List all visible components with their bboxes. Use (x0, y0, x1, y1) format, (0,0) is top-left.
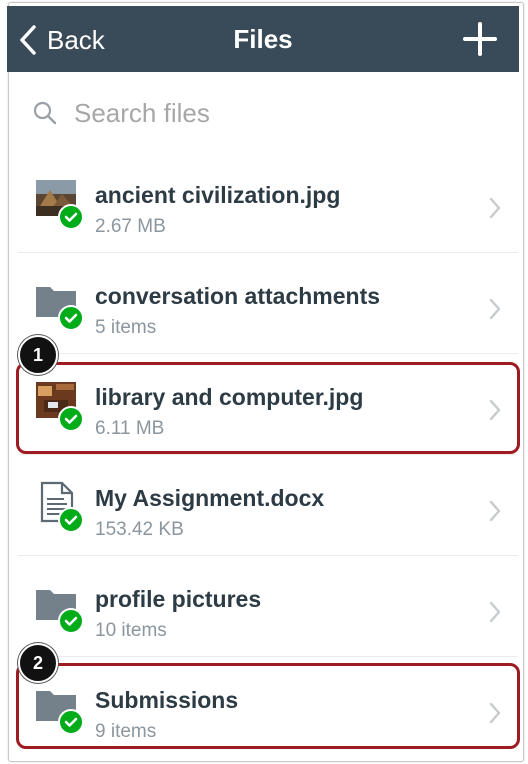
add-button[interactable] (463, 22, 497, 56)
file-row[interactable]: My Assignment.docx 153.42 KB (18, 455, 518, 556)
folder-row[interactable]: conversation attachments 5 items (18, 253, 518, 354)
step-badge-1: 1 (18, 335, 58, 375)
folder-row[interactable]: profile pictures 10 items (18, 556, 518, 657)
step-badge-2: 2 (18, 643, 58, 683)
chevron-right-icon (489, 500, 501, 522)
file-meta: 153.42 KB (95, 519, 184, 540)
folder-row[interactable]: Submissions 9 items (18, 657, 518, 757)
folder-name: Submissions (95, 687, 239, 713)
synced-check-icon (58, 204, 84, 230)
page-title: Files (233, 24, 293, 54)
synced-check-icon (58, 709, 84, 735)
search-icon (33, 101, 57, 125)
chevron-right-icon (489, 601, 501, 623)
file-meta: 6.11 MB (95, 418, 165, 439)
synced-check-icon (58, 305, 84, 331)
folder-meta: 5 items (95, 317, 157, 338)
file-name: My Assignment.docx (95, 485, 325, 511)
synced-check-icon (58, 507, 84, 533)
file-meta: 2.67 MB (95, 216, 166, 237)
chevron-right-icon (489, 298, 501, 320)
file-row[interactable]: library and computer.jpg 6.11 MB (18, 354, 518, 455)
chevron-right-icon (489, 702, 501, 724)
search-bar[interactable] (32, 96, 492, 130)
folder-name: conversation attachments (95, 283, 381, 309)
chevron-right-icon (489, 399, 501, 421)
search-input[interactable] (72, 96, 456, 130)
folder-name: profile pictures (95, 586, 262, 612)
file-row[interactable]: ancient civilization.jpg 2.67 MB (18, 152, 518, 253)
folder-meta: 10 items (95, 620, 167, 641)
folder-meta: 9 items (95, 721, 157, 742)
file-name: library and computer.jpg (95, 384, 364, 410)
synced-check-icon (58, 406, 84, 432)
plus-icon (463, 22, 497, 56)
file-name: ancient civilization.jpg (95, 182, 341, 208)
synced-check-icon (58, 608, 84, 634)
navigation-bar: Back Files (7, 6, 519, 72)
chevron-right-icon (489, 197, 501, 219)
